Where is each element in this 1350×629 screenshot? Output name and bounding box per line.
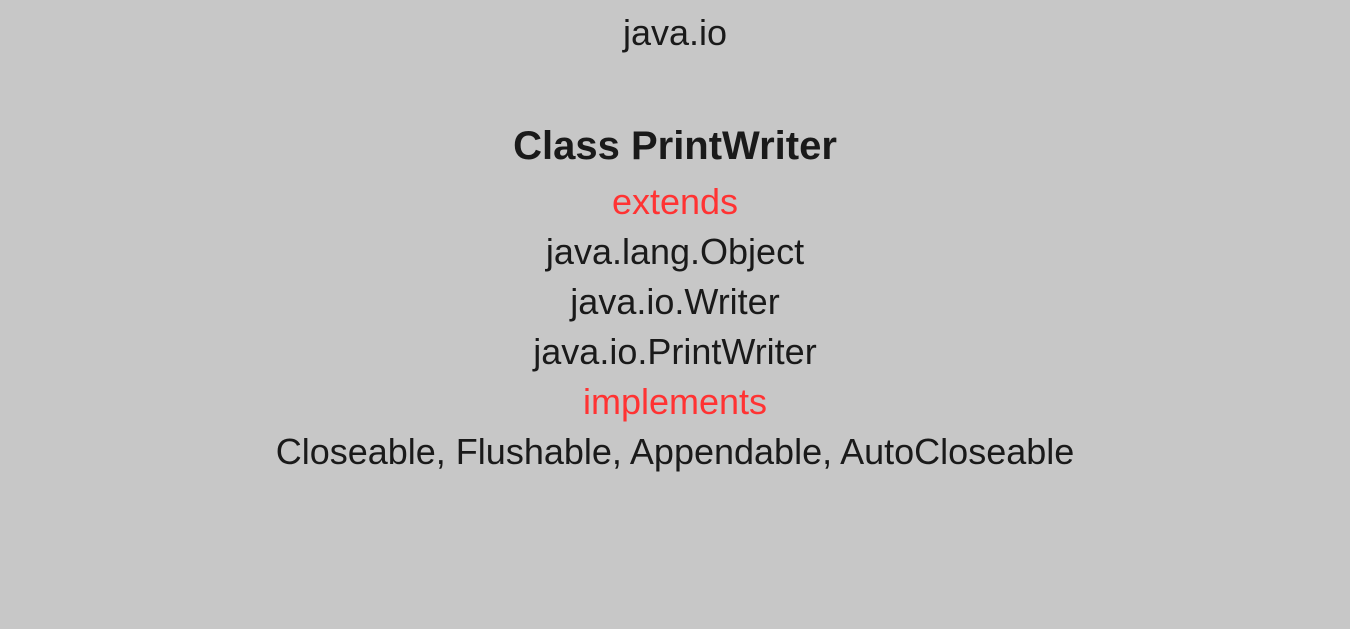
- class-title: Class PrintWriter: [513, 124, 837, 169]
- interfaces-list: Closeable, Flushable, Appendable, AutoCl…: [276, 431, 1075, 473]
- hierarchy-level-2: java.io.Writer: [570, 281, 779, 323]
- package-name: java.io: [623, 12, 727, 54]
- implements-keyword: implements: [583, 381, 767, 423]
- hierarchy-level-1: java.lang.Object: [546, 231, 804, 273]
- extends-keyword: extends: [612, 181, 738, 223]
- hierarchy-level-3: java.io.PrintWriter: [533, 331, 816, 373]
